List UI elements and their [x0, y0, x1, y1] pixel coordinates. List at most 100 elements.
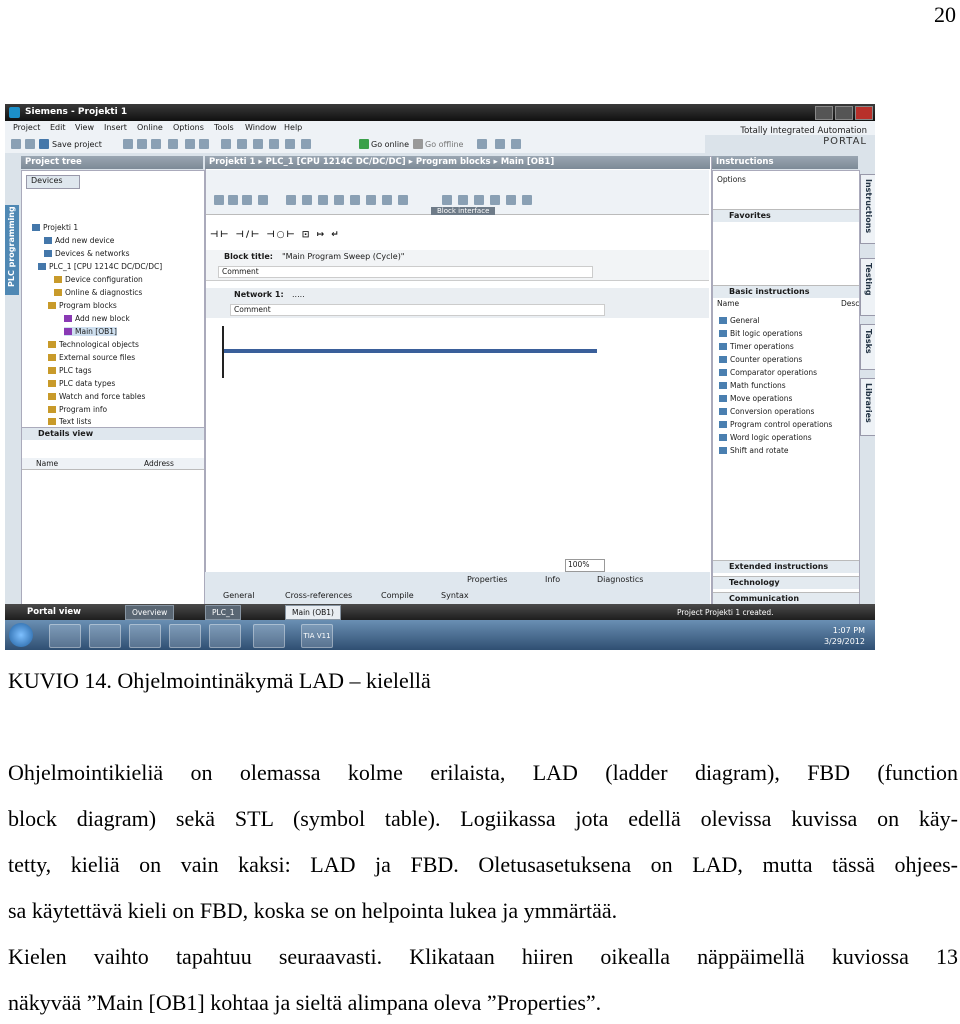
run-icon[interactable]	[301, 139, 311, 149]
stop-icon[interactable]	[285, 139, 295, 149]
explorer-icon[interactable]	[89, 624, 121, 648]
instr-item[interactable]: Math functions	[719, 381, 786, 390]
portal-view-button[interactable]: Portal view	[27, 607, 81, 617]
instr-item[interactable]: Counter operations	[719, 355, 802, 364]
copy-icon[interactable]	[137, 139, 147, 149]
close-icon[interactable]	[855, 106, 873, 120]
instr-item[interactable]: Shift and rotate	[719, 446, 789, 455]
tree-item[interactable]: Add new device	[44, 236, 114, 245]
plc1-tab[interactable]: PLC_1	[205, 605, 242, 620]
instr-item[interactable]: Bit logic operations	[719, 329, 803, 338]
instr-item[interactable]: Word logic operations	[719, 433, 812, 442]
basic-instructions-section[interactable]: Basic instructions	[713, 285, 859, 298]
tree-item[interactable]: Projekti 1	[32, 223, 78, 232]
tree-item[interactable]: PLC data types	[48, 379, 115, 388]
go-offline-button[interactable]: Go offline	[425, 140, 463, 149]
tia-portal-icon[interactable]: TIA V11	[301, 624, 333, 648]
technology-section[interactable]: Technology	[713, 576, 859, 589]
tree-item[interactable]: Program info	[48, 405, 107, 414]
app-icon[interactable]	[169, 624, 201, 648]
simulation-icon[interactable]	[269, 139, 279, 149]
open-project-icon[interactable]	[25, 139, 35, 149]
editor-tool-icon[interactable]	[458, 195, 468, 205]
upload-icon[interactable]	[253, 139, 263, 149]
editor-tool-icon[interactable]	[490, 195, 500, 205]
new-project-icon[interactable]	[11, 139, 21, 149]
editor-tool-icon[interactable]	[302, 195, 312, 205]
tree-item[interactable]: Online & diagnostics	[54, 288, 142, 297]
tree-item[interactable]: Device configuration	[54, 275, 143, 284]
compile-icon[interactable]	[221, 139, 231, 149]
block-title-value[interactable]: "Main Program Sweep (Cycle)"	[282, 252, 405, 261]
tree-item[interactable]: Devices & networks	[44, 249, 130, 258]
tree-item[interactable]: Add new block	[64, 314, 130, 323]
libraries-side-tab[interactable]: Libraries	[860, 378, 875, 436]
instr-item[interactable]: Timer operations	[719, 342, 794, 351]
instr-item[interactable]: Conversion operations	[719, 407, 814, 416]
minimize-icon[interactable]	[815, 106, 833, 120]
network-comment[interactable]: Comment	[230, 304, 605, 316]
instr-item[interactable]: Program control operations	[719, 420, 832, 429]
editor-tool-icon[interactable]	[334, 195, 344, 205]
tree-item[interactable]: External source files	[48, 353, 135, 362]
editor-tool-icon[interactable]	[442, 195, 452, 205]
cut-icon[interactable]	[123, 139, 133, 149]
network-title[interactable]: .....	[292, 290, 305, 299]
instr-item[interactable]: General	[719, 316, 760, 325]
testing-side-tab[interactable]: Testing	[860, 258, 875, 316]
editor-tool-icon[interactable]	[366, 195, 376, 205]
maximize-icon[interactable]	[835, 106, 853, 120]
tree-item[interactable]: Technological objects	[48, 340, 139, 349]
plc-programming-tab[interactable]: PLC programming	[5, 205, 19, 295]
editor-tool-icon[interactable]	[242, 195, 252, 205]
devices-tab[interactable]: Devices	[26, 175, 80, 189]
close-editor-icon[interactable]	[511, 139, 521, 149]
tree-item[interactable]: PLC_1 [CPU 1214C DC/DC/DC]	[38, 262, 162, 271]
editor-tool-icon[interactable]	[506, 195, 516, 205]
lad-element-toolbar[interactable]: ⊣⊢ ⊣/⊢ ⊣○⊢ ⊡ ↦ ↵	[210, 230, 341, 240]
split-icon[interactable]	[495, 139, 505, 149]
overview-tab[interactable]: Overview	[125, 605, 175, 620]
col-name[interactable]: Name	[36, 459, 58, 468]
tree-item[interactable]: Watch and force tables	[48, 392, 145, 401]
paste-icon[interactable]	[151, 139, 161, 149]
properties-tab[interactable]: Properties	[467, 575, 507, 584]
menu-insert[interactable]: Insert	[104, 123, 127, 132]
block-comment[interactable]: Comment	[218, 266, 593, 278]
accessible-devices-icon[interactable]	[477, 139, 487, 149]
compile-tab[interactable]: Compile	[381, 591, 414, 600]
details-view-header[interactable]: Details view	[22, 428, 204, 440]
editor-tool-icon[interactable]	[214, 195, 224, 205]
menu-edit[interactable]: Edit	[50, 123, 66, 132]
options-label[interactable]: Options	[717, 175, 746, 184]
tree-item[interactable]: PLC tags	[48, 366, 92, 375]
word-icon[interactable]	[253, 624, 285, 648]
instructions-side-tab[interactable]: Instructions	[860, 174, 875, 244]
block-interface-toggle[interactable]: Block interface	[431, 207, 496, 215]
editor-tool-icon[interactable]	[286, 195, 296, 205]
menu-online[interactable]: Online	[137, 123, 163, 132]
favorites-section[interactable]: Favorites	[713, 209, 859, 222]
redo-icon[interactable]	[199, 139, 209, 149]
col-name[interactable]: Name	[717, 299, 739, 308]
menu-window[interactable]: Window	[245, 123, 277, 132]
editor-tool-icon[interactable]	[228, 195, 238, 205]
main-ob1-tab[interactable]: Main (OB1)	[285, 605, 341, 620]
editor-tool-icon[interactable]	[398, 195, 408, 205]
editor-tool-icon[interactable]	[382, 195, 392, 205]
menu-view[interactable]: View	[75, 123, 94, 132]
delete-icon[interactable]	[168, 139, 178, 149]
ladder-rung[interactable]	[224, 349, 597, 353]
col-address[interactable]: Address	[144, 459, 174, 468]
instr-item[interactable]: Comparator operations	[719, 368, 817, 377]
editor-tool-icon[interactable]	[474, 195, 484, 205]
info-tab[interactable]: Info	[545, 575, 560, 584]
diagnostics-tab[interactable]: Diagnostics	[597, 575, 643, 584]
save-icon[interactable]	[39, 139, 49, 149]
tree-item[interactable]: Text lists	[48, 417, 91, 425]
media-player-icon[interactable]	[129, 624, 161, 648]
save-project-button[interactable]: Save project	[52, 140, 102, 149]
start-button-icon[interactable]	[9, 623, 33, 647]
editor-tool-icon[interactable]	[350, 195, 360, 205]
go-online-icon[interactable]	[359, 139, 369, 149]
